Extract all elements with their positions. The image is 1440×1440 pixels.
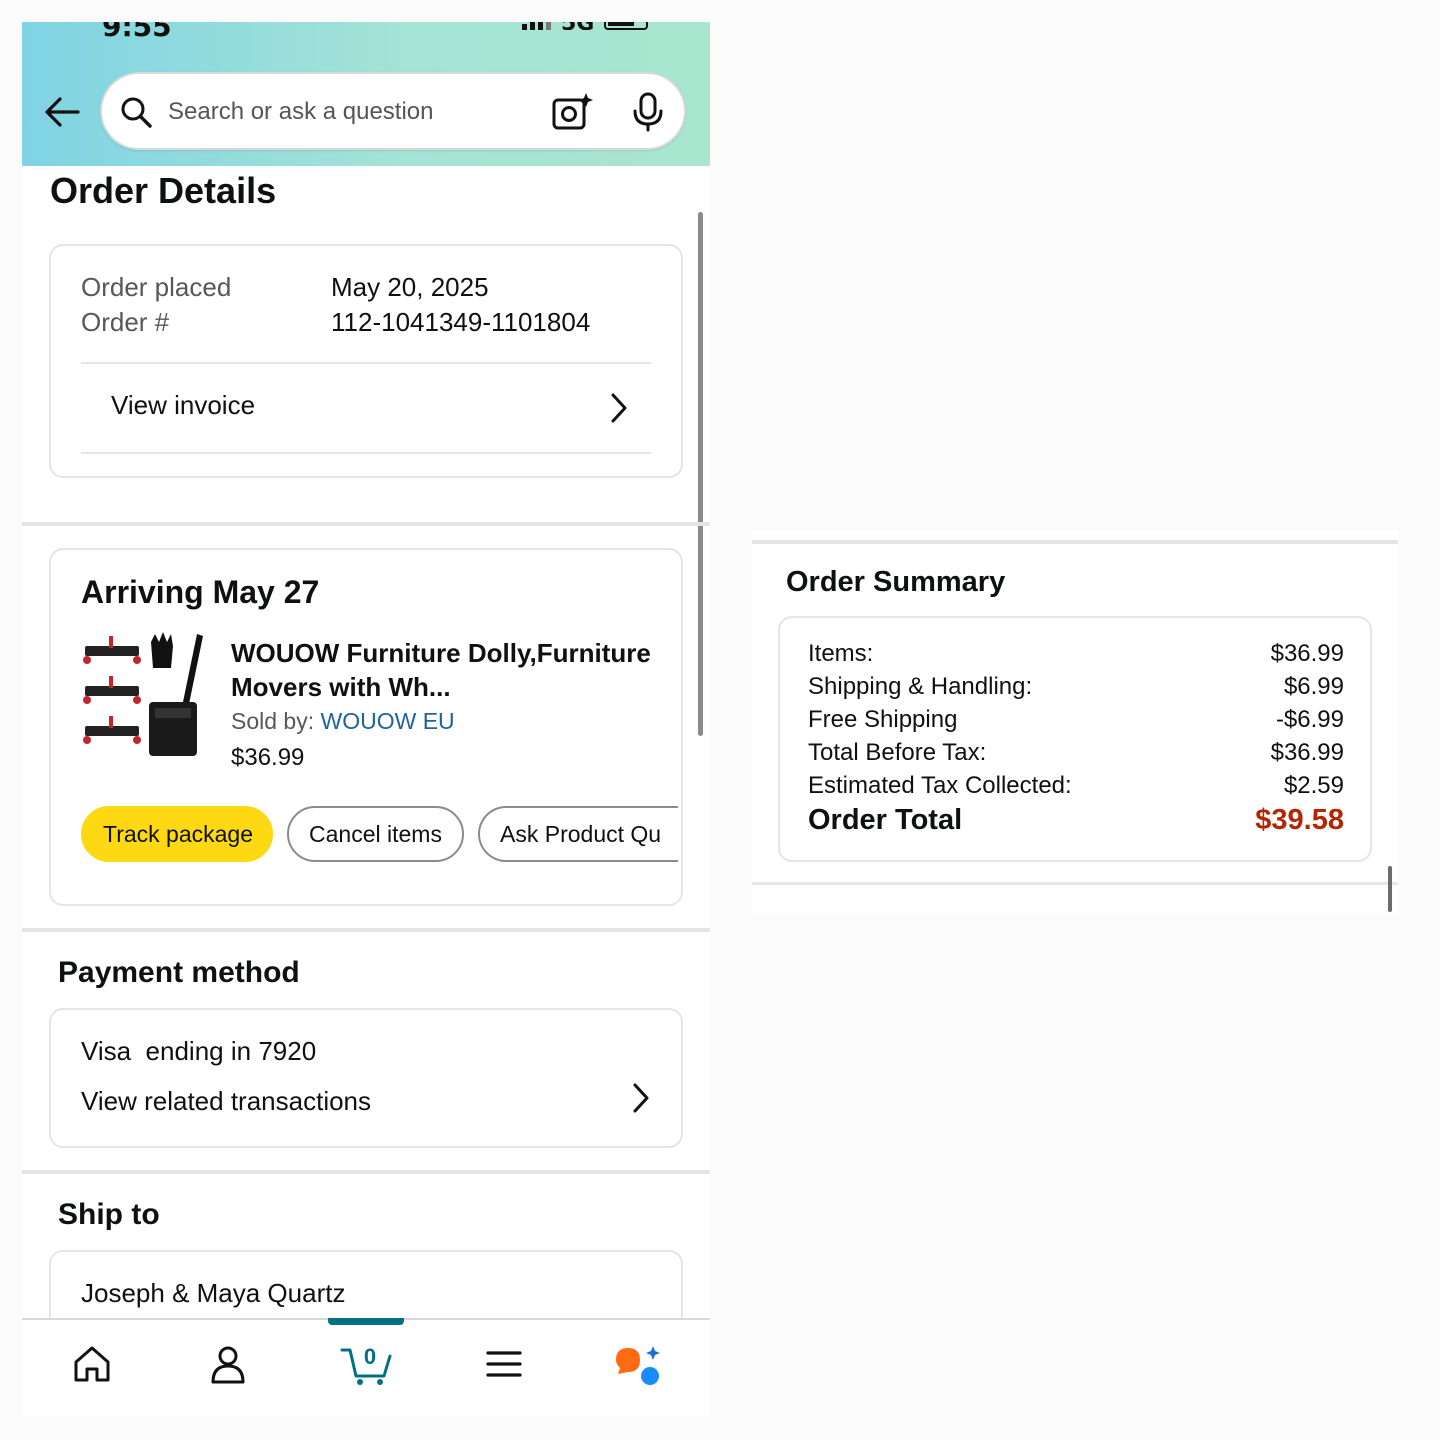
cart-count: 0 bbox=[364, 1344, 376, 1369]
order-summary-heading: Order Summary bbox=[786, 566, 1006, 598]
summary-label: Free Shipping bbox=[808, 706, 958, 733]
summary-row: Shipping & Handling: $6.99 bbox=[808, 673, 1344, 706]
payment-method-heading: Payment method bbox=[58, 956, 300, 989]
divider bbox=[81, 452, 651, 454]
summary-row: Total Before Tax: $36.99 bbox=[808, 739, 1344, 772]
section-divider bbox=[22, 1170, 710, 1174]
section-divider bbox=[752, 540, 1398, 544]
related-transactions-link[interactable]: View related transactions bbox=[81, 1086, 371, 1117]
summary-value: $6.99 bbox=[1283, 673, 1344, 700]
camera-lens-icon[interactable] bbox=[550, 90, 594, 134]
order-total-label: Order Total bbox=[808, 804, 963, 836]
order-info-card: Order placed May 20, 2025 Order # 112-10… bbox=[49, 244, 683, 478]
summary-row: Estimated Tax Collected: $2.59 bbox=[808, 772, 1344, 805]
view-invoice-row[interactable]: View invoice bbox=[81, 364, 651, 452]
sold-by: Sold by: WOUOW EU bbox=[231, 708, 455, 735]
order-total-row: Order Total $39.58 bbox=[808, 804, 1344, 844]
order-placed-date: May 20, 2025 bbox=[331, 272, 489, 302]
page-title: Order Details bbox=[50, 170, 277, 211]
order-summary-card: Items: $36.99 Shipping & Handling: $6.99… bbox=[778, 616, 1372, 862]
microphone-icon[interactable] bbox=[630, 92, 666, 132]
track-package-button[interactable]: Track package bbox=[81, 806, 273, 862]
active-tab-indicator bbox=[328, 1318, 404, 1325]
summary-value: $36.99 bbox=[1270, 640, 1344, 667]
ship-to-heading: Ship to bbox=[58, 1198, 160, 1231]
cancel-items-button[interactable]: Cancel items bbox=[287, 806, 464, 862]
payment-card-info: Visa ending in 7920 bbox=[81, 1036, 317, 1066]
summary-value: $2.59 bbox=[1283, 772, 1344, 799]
section-divider bbox=[22, 522, 710, 526]
chevron-right-icon bbox=[611, 393, 627, 423]
summary-label: Total Before Tax: bbox=[808, 739, 987, 766]
summary-label: Items: bbox=[808, 640, 874, 667]
summary-value: -$6.99 bbox=[1275, 706, 1344, 733]
battery-icon bbox=[604, 22, 649, 30]
summary-label: Estimated Tax Collected: bbox=[808, 772, 1072, 799]
section-divider bbox=[22, 928, 710, 932]
seller-link[interactable]: WOUOW EU bbox=[321, 708, 455, 734]
search-bar[interactable]: Search or ask a question bbox=[100, 72, 686, 150]
summary-row: Free Shipping -$6.99 bbox=[808, 706, 1344, 739]
scrollbar[interactable] bbox=[1388, 866, 1392, 912]
search-icon bbox=[121, 97, 152, 128]
arrival-title: Arriving May 27 bbox=[81, 574, 320, 610]
ask-product-question-button[interactable]: Ask Product Qu bbox=[478, 806, 678, 862]
account-icon[interactable] bbox=[206, 1342, 250, 1386]
order-total-value: $39.58 bbox=[1255, 804, 1344, 836]
phone-screen: 9:55 5G Search or ask a question bbox=[22, 22, 710, 1416]
bottom-nav: 0 bbox=[22, 1318, 710, 1416]
network-label: 5G bbox=[561, 22, 594, 30]
rufus-icon[interactable] bbox=[612, 1342, 662, 1386]
chevron-right-icon bbox=[633, 1083, 649, 1113]
status-time: 9:55 bbox=[102, 22, 172, 43]
view-invoice-label: View invoice bbox=[111, 390, 256, 420]
summary-row: Items: $36.99 bbox=[808, 640, 1344, 673]
payment-card[interactable]: Visa ending in 7920 View related transac… bbox=[49, 1008, 683, 1148]
signal-icon bbox=[522, 22, 551, 30]
order-number-label: Order # bbox=[81, 307, 170, 337]
product-price: $36.99 bbox=[231, 744, 305, 771]
scrollbar[interactable] bbox=[698, 212, 703, 736]
product-image[interactable] bbox=[79, 632, 205, 762]
home-icon[interactable] bbox=[70, 1342, 114, 1386]
menu-icon[interactable] bbox=[482, 1342, 526, 1386]
order-placed-label: Order placed bbox=[81, 272, 232, 302]
shipment-card: Arriving May 27 WOUOW Furniture Dolly,Fu… bbox=[49, 548, 683, 906]
search-input[interactable]: Search or ask a question bbox=[168, 98, 434, 126]
back-arrow-icon[interactable] bbox=[42, 94, 82, 130]
section-divider bbox=[752, 882, 1398, 885]
status-indicators: 5G bbox=[522, 22, 649, 30]
top-bar: 9:55 5G Search or ask a question bbox=[22, 22, 710, 166]
cart-icon[interactable]: 0 bbox=[340, 1342, 394, 1386]
order-number: 112-1041349-1101804 bbox=[331, 307, 591, 337]
summary-label: Shipping & Handling: bbox=[808, 673, 1033, 700]
product-title-link[interactable]: WOUOW Furniture Dolly,Furniture Movers w… bbox=[231, 636, 661, 704]
summary-value: $36.99 bbox=[1270, 739, 1344, 766]
recipient-name: Joseph & Maya Quartz bbox=[81, 1278, 346, 1308]
sold-by-label: Sold by: bbox=[231, 708, 315, 734]
order-summary-panel: Order Summary Items: $36.99 Shipping & H… bbox=[752, 530, 1398, 914]
